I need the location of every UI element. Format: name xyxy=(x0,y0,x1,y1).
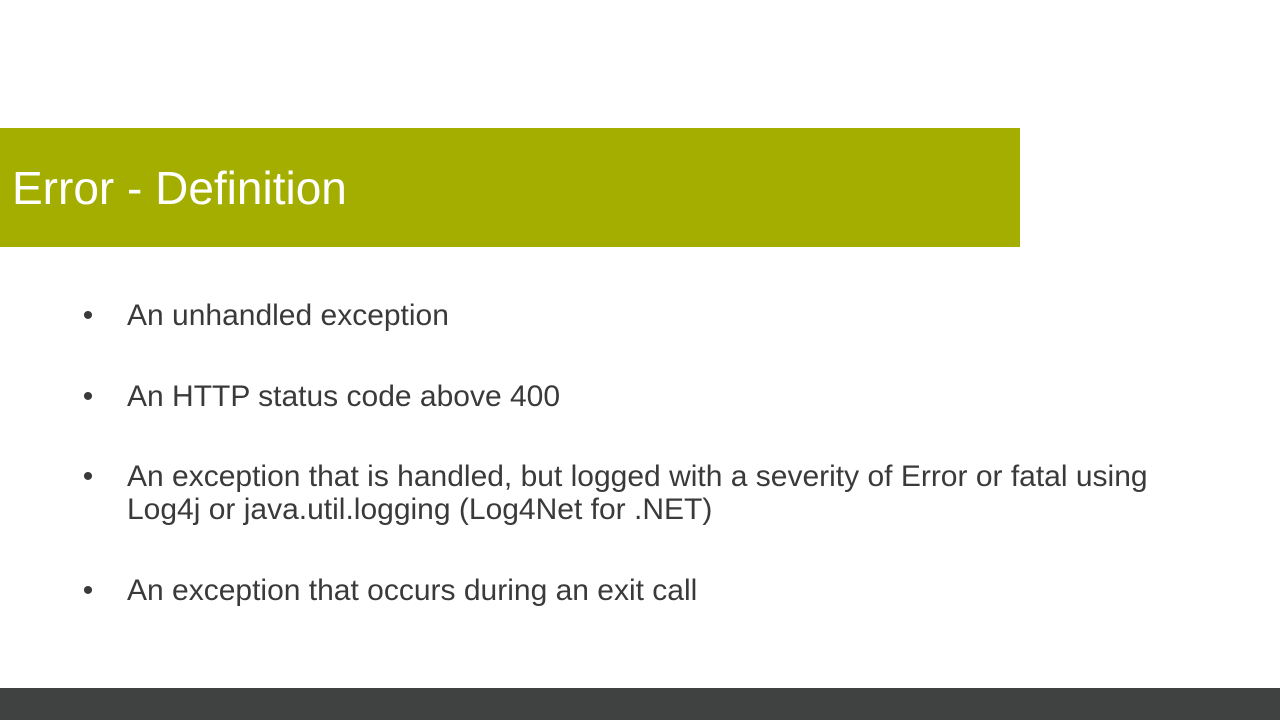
footer-bar xyxy=(0,688,1280,720)
bullet-item: • An exception that occurs during an exi… xyxy=(78,574,1218,607)
bullet-icon: • xyxy=(82,574,94,607)
bullet-icon: • xyxy=(82,380,94,413)
bullet-icon: • xyxy=(82,460,94,493)
slide: Error - Definition • An unhandled except… xyxy=(0,0,1280,720)
bullet-item: • An exception that is handled, but logg… xyxy=(78,460,1218,526)
bullet-text: An exception that occurs during an exit … xyxy=(127,574,698,607)
bullet-list: • An unhandled exception • An HTTP statu… xyxy=(0,0,1280,688)
bullet-item: • An unhandled exception xyxy=(78,299,1218,332)
bullet-text: An unhandled exception xyxy=(127,299,449,332)
bullet-item: • An HTTP status code above 400 xyxy=(78,380,1218,413)
bullet-text: An HTTP status code above 400 xyxy=(127,380,561,413)
bullet-icon: • xyxy=(82,299,94,332)
bullet-text: An exception that is handled, but logged… xyxy=(127,460,1148,526)
